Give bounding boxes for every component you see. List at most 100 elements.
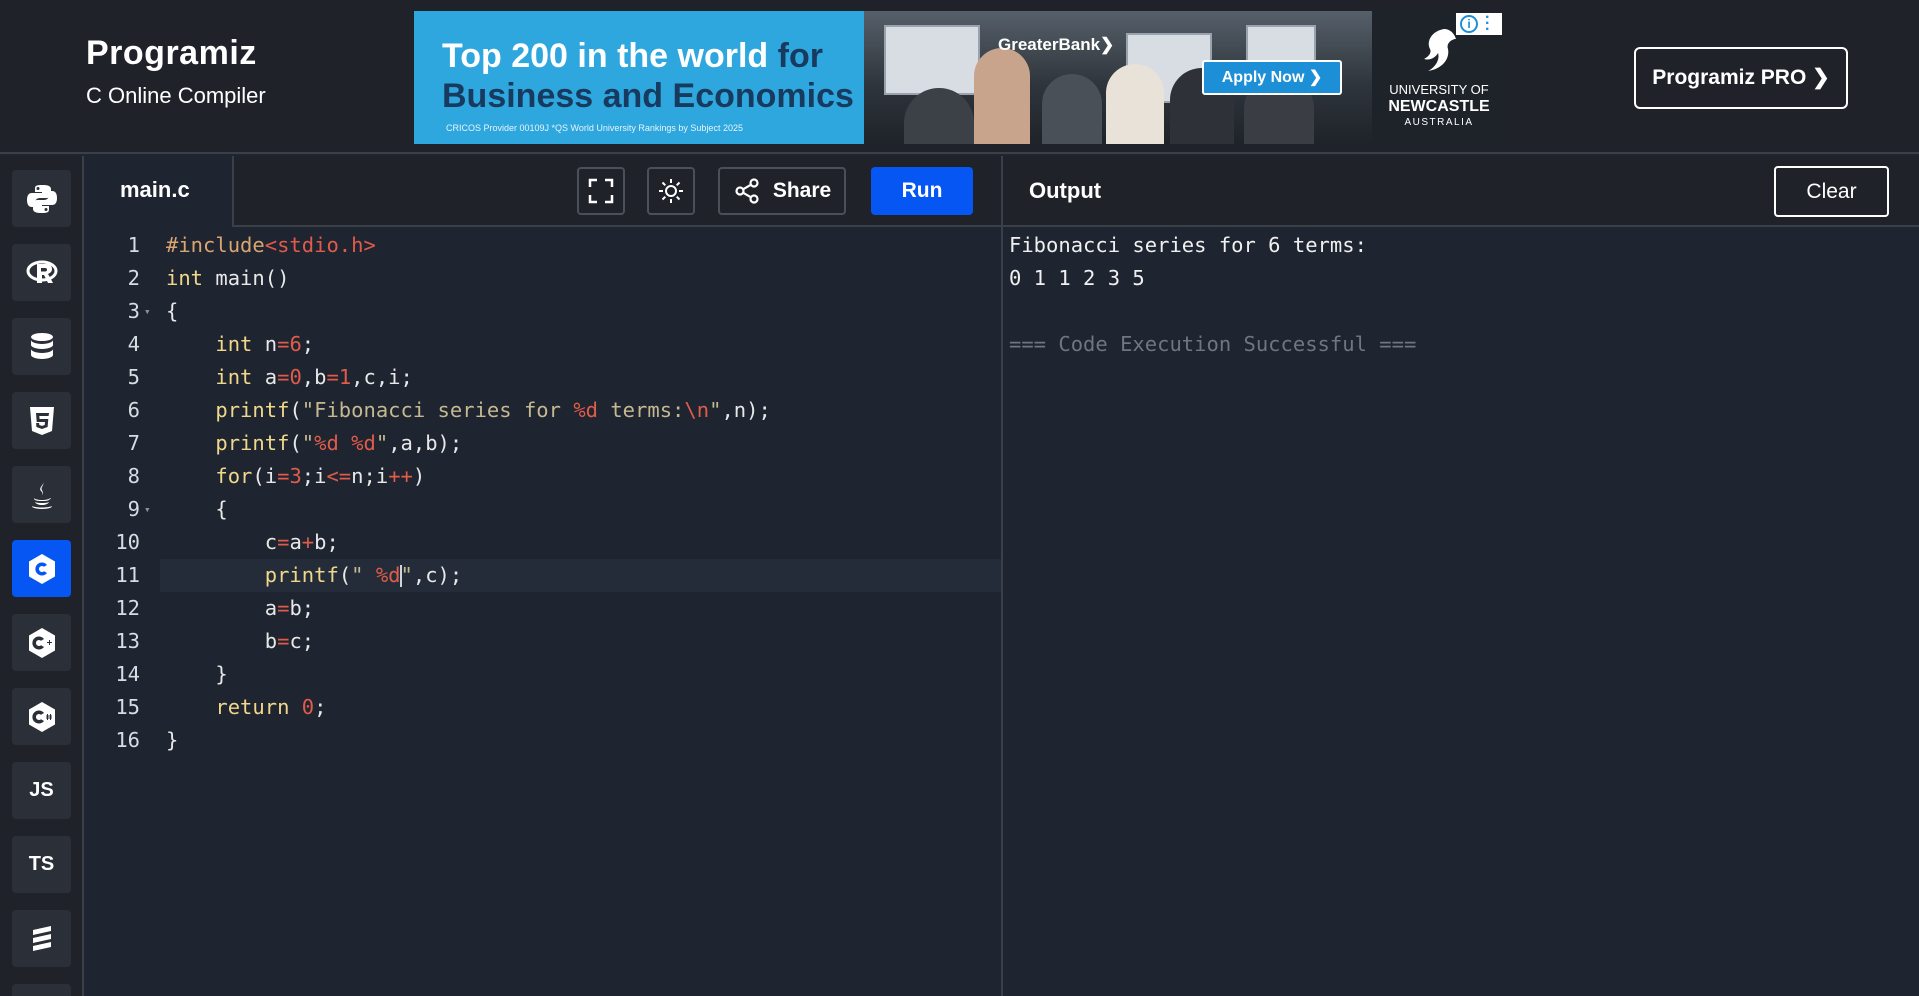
line-number: 3 (127, 299, 140, 323)
line-number: 12 (115, 596, 140, 620)
share-button[interactable]: Share (718, 167, 846, 215)
sidebar-item-ts[interactable]: TS (12, 836, 71, 893)
code-line[interactable]: 7 printf("%d %d",a,b); (84, 427, 1002, 460)
code-line[interactable]: 1 #include<stdio.h> (84, 229, 1002, 262)
code-line-text: int n=6; (215, 332, 315, 356)
ad-headline-line2: Business and Economics (442, 77, 854, 115)
sun-icon (659, 179, 683, 203)
logo-subtitle: C Online Compiler (86, 83, 266, 108)
line-number: 14 (115, 662, 140, 686)
line-number: 11 (115, 563, 140, 587)
code-line[interactable]: 3 ▾ { (84, 295, 1002, 328)
fold-arrow-icon[interactable]: ▾ (144, 493, 151, 526)
logo-name: Programiz (86, 34, 257, 72)
fullscreen-button[interactable] (577, 167, 625, 215)
sidebar-item-swift[interactable] (12, 910, 71, 967)
sidebar-item-js[interactable]: JS (12, 762, 71, 819)
line-number: 7 (127, 431, 140, 455)
line-number: 15 (115, 695, 140, 719)
run-button[interactable]: Run (871, 167, 973, 215)
code-line[interactable]: 8 for(i=3;i<=n;i++) (84, 460, 1002, 493)
code-line[interactable]: 10 c=a+b; (84, 526, 1002, 559)
code-line[interactable]: 9 ▾ { (84, 493, 1002, 526)
line-number: 9 (127, 497, 140, 521)
fold-arrow-icon[interactable]: ▾ (144, 295, 151, 328)
ad-uni-line2: NEWCASTLE (1388, 98, 1490, 115)
line-number: 10 (115, 530, 140, 554)
stack-icon (32, 925, 51, 951)
share-label: Share (772, 179, 832, 202)
ad-uni-line3: AUSTRALIA (1404, 117, 1474, 128)
code-line-text: { (166, 497, 228, 521)
database-icon (30, 332, 53, 359)
sidebar-item-csharp[interactable] (12, 688, 71, 745)
ad-choices[interactable]: i · · · (1456, 11, 1502, 38)
ad-menu-icon[interactable]: · · · (1485, 11, 1495, 38)
output-line: 0 1 1 2 3 5 (1009, 266, 1145, 290)
code-line[interactable]: 14 } (84, 658, 1002, 691)
code-editor-panel: main.c Share Run 1 #include<stdio.h> 2 i… (84, 156, 1002, 996)
share-icon (735, 178, 759, 204)
expand-icon (588, 178, 614, 204)
html5-icon (29, 406, 54, 435)
ad-uni-line1: UNIVERSITY OF (1389, 82, 1489, 97)
sidebar-item-java[interactable] (12, 466, 71, 523)
code-line-text: { (166, 299, 179, 323)
code-line[interactable]: 12 a=b; (84, 592, 1002, 625)
code-line[interactable]: 4 int n=6; (84, 328, 1002, 361)
code-line[interactable]: 11 printf(" %d",c); (84, 559, 1002, 592)
sidebar-item-python[interactable] (12, 170, 71, 227)
ad-photo: GreaterBank❯ Apply Now ❯ (864, 11, 1372, 144)
code-line-text: #include<stdio.h> (166, 233, 376, 257)
code-line-text: printf("Fibonacci series for %d terms:\n… (215, 398, 771, 422)
line-number: 16 (115, 728, 140, 752)
code-line-text: } (166, 662, 228, 686)
clear-button[interactable]: Clear (1774, 166, 1889, 217)
programiz-pro-button[interactable]: Programiz PRO ❯ (1634, 47, 1848, 109)
ts-icon: TS (28, 853, 55, 875)
sidebar-item-r[interactable] (12, 244, 71, 301)
ad-apply-button[interactable]: Apply Now ❯ (1202, 60, 1342, 95)
execution-status-line: === Code Execution Successful === (1009, 332, 1417, 356)
sidebar-item-c[interactable] (12, 540, 71, 597)
theme-toggle-button[interactable] (647, 167, 695, 215)
ad-headline-part1: Top 200 in the world (442, 37, 778, 75)
output-toolbar: Output Clear (1003, 156, 1919, 227)
code-line[interactable]: 13 b=c; (84, 625, 1002, 658)
ad-headline-part1b: for (777, 37, 823, 75)
ad-info-icon[interactable]: i (1460, 15, 1478, 33)
programiz-logo[interactable]: Programiz C Online Compiler (86, 34, 286, 109)
ad-fine-print: CRICOS Provider 00109J *QS World Univers… (446, 123, 743, 133)
sidebar-item-sql[interactable] (12, 318, 71, 375)
language-sidebar: JS TS (0, 156, 84, 996)
line-number: 5 (127, 365, 140, 389)
output-line: Fibonacci series for 6 terms: (1009, 233, 1367, 257)
sidebar-item-cpp[interactable] (12, 614, 71, 671)
line-number: 8 (127, 464, 140, 488)
cpp-icon (28, 627, 55, 658)
advertisement-banner[interactable]: Top 200 in the world for Business and Ec… (414, 11, 1506, 144)
code-line[interactable]: 15 return 0; (84, 691, 1002, 724)
code-line-text: return 0; (215, 695, 327, 719)
ad-headline-line1: Top 200 in the world for (442, 37, 823, 76)
output-panel: Output Clear Fibonacci series for 6 term… (1003, 156, 1919, 996)
sidebar-item-more[interactable] (12, 984, 71, 996)
seahorse-crest-icon (1424, 29, 1456, 71)
code-line[interactable]: 16 } (84, 724, 1002, 757)
line-number: 4 (127, 332, 140, 356)
code-line[interactable]: 6 printf("Fibonacci series for %d terms:… (84, 394, 1002, 427)
code-line-text: int a=0,b=1,c,i; (215, 365, 413, 389)
code-text-area[interactable]: 1 #include<stdio.h> 2 int main() 3 ▾ { 4… (84, 229, 1002, 996)
line-number: 1 (127, 233, 140, 257)
code-line-text: int main() (166, 266, 290, 290)
code-line-text: b=c; (166, 629, 315, 653)
output-title: Output (1029, 178, 1102, 203)
file-tab-main-c[interactable]: main.c (84, 156, 234, 227)
top-header: Programiz C Online Compiler Top 200 in t… (0, 0, 1919, 154)
output-console[interactable]: Fibonacci series for 6 terms: 0 1 1 2 3 … (1009, 229, 1416, 361)
code-line[interactable]: 5 int a=0,b=1,c,i; (84, 361, 1002, 394)
code-line-text: a=b; (166, 596, 315, 620)
sidebar-item-html[interactable] (12, 392, 71, 449)
code-line[interactable]: 2 int main() (84, 262, 1002, 295)
